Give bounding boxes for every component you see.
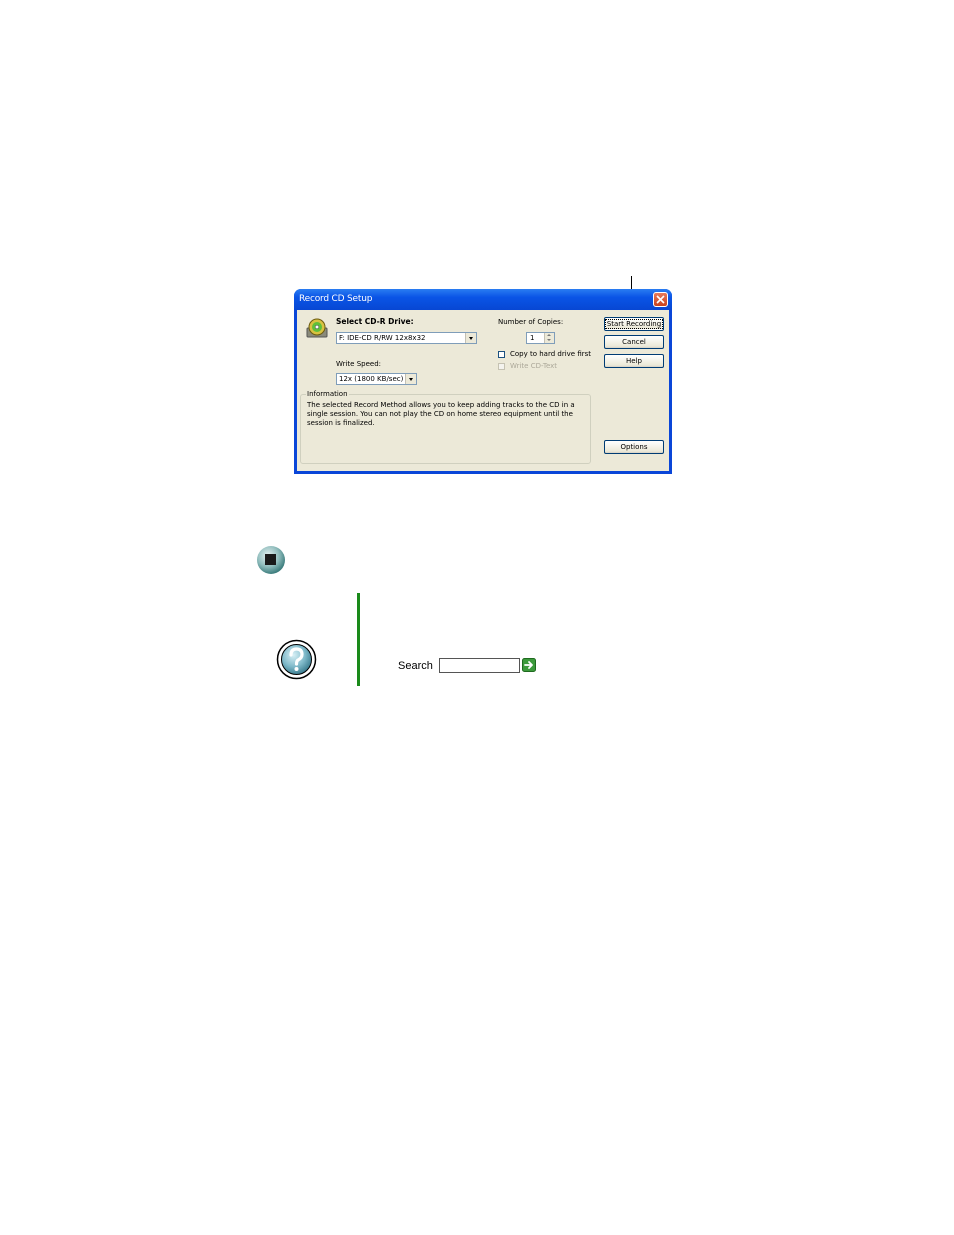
- write-cd-text-label: Write CD-Text: [510, 362, 558, 370]
- cancel-button[interactable]: Cancel: [604, 335, 664, 349]
- dialog-client-area: Select CD-R Drive: F: IDE-CD R/RW 12x8x3…: [297, 310, 669, 471]
- help-icon: [276, 639, 317, 680]
- search-label: Search: [398, 660, 433, 672]
- chevron-down-icon[interactable]: [405, 374, 416, 384]
- drive-select[interactable]: F: IDE-CD R/RW 12x8x32: [336, 332, 477, 344]
- information-legend: Information: [306, 390, 349, 398]
- start-recording-button[interactable]: Start Recording: [604, 317, 664, 331]
- copies-label: Number of Copies:: [498, 318, 564, 326]
- copies-stepper[interactable]: 1: [526, 332, 555, 344]
- copy-to-hard-drive-label: Copy to hard drive first: [510, 350, 592, 358]
- cd-drive-icon: [306, 318, 328, 338]
- write-speed-label: Write Speed:: [336, 360, 382, 368]
- record-cd-setup-dialog: Record CD Setup Select CD-R Drive: F: ID…: [294, 289, 672, 474]
- help-button[interactable]: Help: [604, 354, 664, 368]
- search-input[interactable]: [439, 658, 520, 673]
- write-cd-text-checkbox[interactable]: [498, 363, 505, 370]
- chevron-down-icon[interactable]: [465, 333, 476, 343]
- dialog-title: Record CD Setup: [299, 294, 373, 304]
- start-recording-label: Start Recording: [604, 319, 664, 329]
- title-bar[interactable]: Record CD Setup: [294, 289, 672, 310]
- write-speed-value: 12x (1800 KB/sec): [339, 375, 404, 383]
- green-divider: [357, 593, 360, 686]
- write-speed-select[interactable]: 12x (1800 KB/sec): [336, 373, 417, 385]
- go-arrow-icon[interactable]: [522, 658, 536, 672]
- spinner-arrows-icon[interactable]: [544, 333, 554, 343]
- stop-icon: [257, 546, 285, 574]
- close-icon: [656, 295, 665, 304]
- copy-to-hard-drive-checkbox[interactable]: [498, 351, 505, 358]
- copies-value: 1: [530, 334, 535, 342]
- information-text: The selected Record Method allows you to…: [307, 401, 575, 427]
- close-button[interactable]: [653, 292, 668, 307]
- drive-select-value: F: IDE-CD R/RW 12x8x32: [339, 334, 426, 342]
- select-drive-label: Select CD-R Drive:: [336, 317, 414, 326]
- options-button[interactable]: Options: [604, 440, 664, 454]
- information-group: Information The selected Record Method a…: [300, 390, 591, 464]
